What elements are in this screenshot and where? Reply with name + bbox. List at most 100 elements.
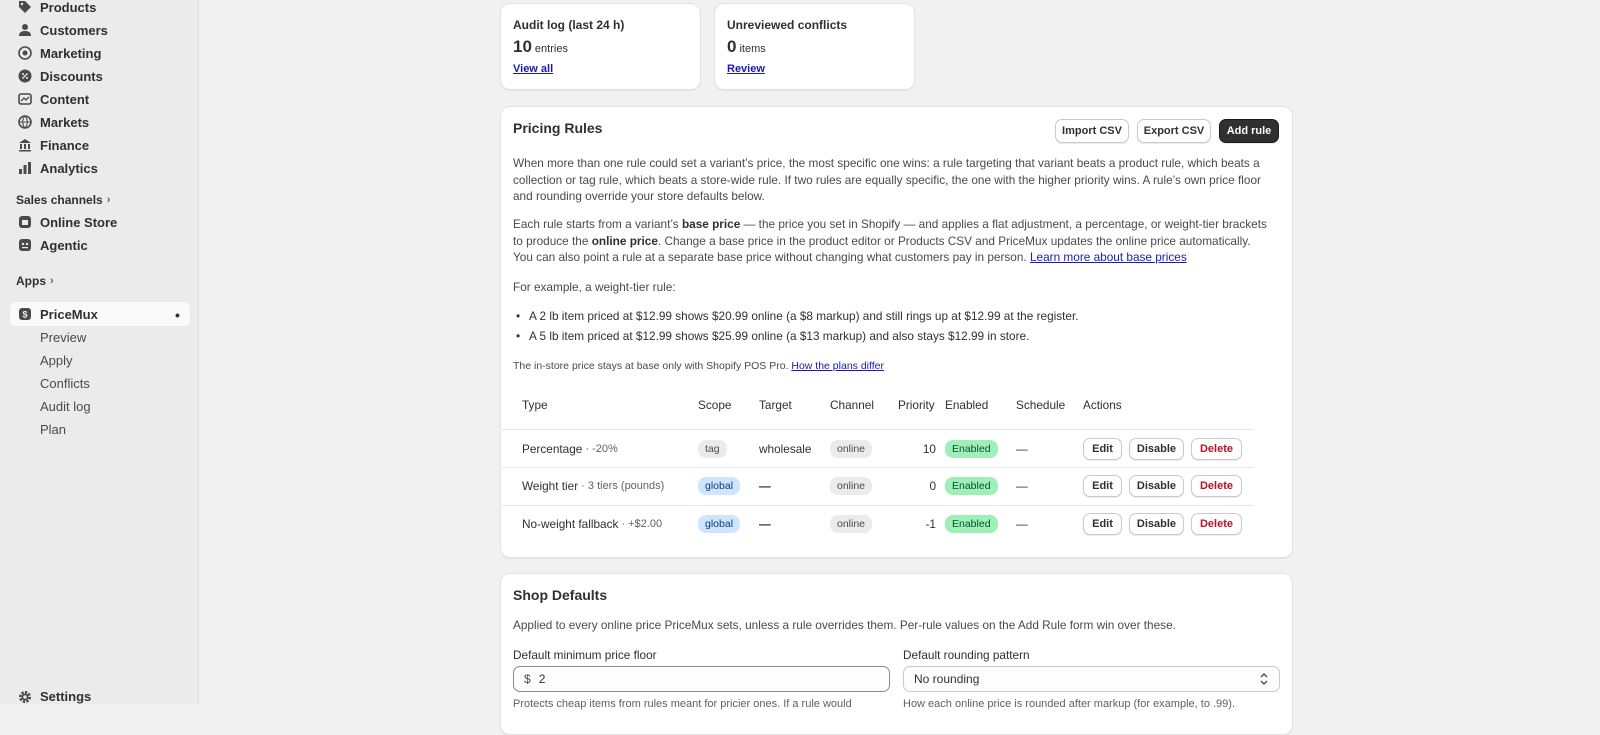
sidebar-item-label: Markets	[40, 114, 90, 130]
type-label: No-weight fallback	[522, 517, 619, 531]
sidebar-item-markets[interactable]: Markets	[18, 111, 89, 133]
scope-badge-text: tag	[698, 440, 727, 458]
bank-icon	[18, 138, 32, 152]
globe-icon	[18, 115, 32, 129]
shop-defaults-card: Shop Defaults Applied to every online pr…	[500, 573, 1293, 735]
apps-heading[interactable]: Apps ›	[16, 274, 54, 288]
status-badge: Enabled	[945, 476, 998, 496]
sidebar-item-settings[interactable]: Settings	[18, 689, 91, 704]
status-badge: Enabled	[945, 514, 998, 534]
status-badge-text: Enabled	[945, 477, 998, 495]
pos-pro-note: The in-store price stays at base only wi…	[513, 360, 884, 372]
type-label: Percentage	[522, 442, 583, 456]
rounding-pattern-select[interactable]: No rounding	[903, 666, 1280, 692]
sidebar-item-finance[interactable]: Finance	[18, 134, 89, 156]
status-badge-text: Enabled	[945, 440, 998, 458]
delete-button[interactable]: Delete	[1191, 513, 1242, 535]
sidebar-subitem-apply[interactable]: Apply	[40, 353, 73, 368]
target-icon	[18, 46, 32, 60]
shop-defaults-description: Applied to every online price PriceMux s…	[513, 618, 1176, 632]
sidebar-item-agentic[interactable]: Agentic	[18, 234, 88, 256]
add-rule-button[interactable]: Add rule	[1219, 119, 1279, 143]
import-csv-button[interactable]: Import CSV	[1055, 119, 1129, 143]
content-icon	[18, 92, 32, 106]
sidebar-subitem-plan[interactable]: Plan	[40, 422, 66, 437]
sidebar-subitem-preview[interactable]: Preview	[40, 330, 86, 345]
delete-button[interactable]: Delete	[1191, 475, 1242, 497]
scope-badge: global	[698, 514, 741, 534]
sidebar-item-marketing[interactable]: Marketing	[18, 42, 101, 64]
sidebar-item-products[interactable]: Products	[18, 0, 96, 18]
channel-badge: online	[830, 476, 873, 496]
review-link[interactable]: Review	[727, 63, 765, 75]
sidebar-item-label: Marketing	[40, 45, 102, 61]
sidebar-item-pricemux[interactable]: $ PriceMux	[18, 303, 98, 325]
person-icon	[18, 23, 32, 37]
app-menu-dot-icon[interactable]: •	[175, 307, 180, 323]
sidebar-item-label: Discounts	[40, 68, 103, 84]
rule-priority: 10	[922, 442, 936, 456]
stat-title: Unreviewed conflicts	[727, 18, 848, 32]
rule-target: —	[759, 479, 771, 493]
plans-differ-link[interactable]: How the plans differ	[791, 360, 884, 372]
base-price-term: base price	[681, 217, 741, 231]
col-header-priority: Priority	[898, 398, 935, 412]
conflicts-stat-card: Unreviewed conflicts 0 items Review	[714, 3, 915, 90]
sidebar-item-discounts[interactable]: Discounts	[18, 65, 103, 87]
rule-schedule: —	[1016, 479, 1028, 493]
list-item: A 2 lb item priced at $12.99 shows $20.9…	[513, 306, 1273, 326]
edit-button[interactable]: Edit	[1083, 438, 1122, 460]
scope-badge-text: global	[698, 477, 741, 495]
export-csv-button[interactable]: Export CSV	[1137, 119, 1211, 143]
tag-icon	[18, 0, 32, 14]
rule-schedule: —	[1016, 442, 1028, 456]
min-price-floor-input[interactable]: $ 2	[513, 666, 890, 692]
pricing-rules-title: Pricing Rules	[513, 120, 603, 136]
disable-button[interactable]: Disable	[1129, 513, 1184, 535]
sidebar-nav: Products Customers Marketing Discounts C…	[0, 0, 199, 704]
sidebar-item-content[interactable]: Content	[18, 88, 89, 110]
discount-icon	[18, 69, 32, 83]
gear-icon	[18, 690, 32, 704]
example-intro: For example, a weight-tier rule:	[513, 280, 676, 294]
sidebar-item-label: Customers	[40, 22, 108, 38]
stat-value: 10 entries	[513, 37, 568, 57]
currency-prefix: $	[524, 672, 531, 686]
scope-badge-text: global	[698, 515, 741, 533]
disable-button[interactable]: Disable	[1129, 438, 1184, 460]
sidebar-subitem-conflicts[interactable]: Conflicts	[40, 376, 90, 391]
sidebar-item-online-store[interactable]: Online Store	[18, 211, 117, 233]
rounding-help-text: How each online price is rounded after m…	[903, 698, 1235, 710]
learn-more-base-prices-link[interactable]: Learn more about base prices	[1030, 250, 1187, 264]
channel-badge-text: online	[830, 477, 873, 495]
list-item: A 5 lb item priced at $12.99 shows $25.9…	[513, 326, 1273, 346]
disable-button[interactable]: Disable	[1129, 475, 1184, 497]
scope-badge: global	[698, 476, 741, 496]
col-header-type: Type	[522, 398, 548, 412]
stat-unit: entries	[534, 43, 568, 55]
delete-button[interactable]: Delete	[1191, 438, 1242, 460]
sidebar-item-label: Analytics	[40, 160, 98, 176]
status-badge: Enabled	[945, 439, 998, 459]
rule-type: Percentage · -20%	[522, 439, 618, 459]
rule-priority: 0	[929, 479, 936, 493]
edit-button[interactable]: Edit	[1083, 475, 1122, 497]
chart-icon	[18, 161, 32, 175]
channel-badge: online	[830, 439, 873, 459]
agentic-icon	[18, 238, 32, 252]
view-all-link[interactable]: View all	[513, 63, 553, 75]
stat-number: 10	[513, 37, 532, 56]
sidebar-item-customers[interactable]: Customers	[18, 19, 108, 41]
pricemux-app-icon: $	[18, 307, 32, 321]
edit-button[interactable]: Edit	[1083, 513, 1122, 535]
sidebar-subitem-audit-log[interactable]: Audit log	[40, 399, 91, 414]
sidebar-item-analytics[interactable]: Analytics	[18, 157, 98, 179]
type-meta: · 3 tiers (pounds)	[581, 480, 665, 492]
rounding-label: Default rounding pattern	[903, 648, 1030, 662]
stat-value: 0 items	[727, 37, 766, 57]
type-meta: · +$2.00	[621, 518, 663, 530]
sidebar-item-label: Finance	[40, 137, 90, 153]
chevron-right-icon: ›	[50, 275, 54, 287]
sales-channels-heading[interactable]: Sales channels ›	[16, 193, 110, 207]
col-header-channel: Channel	[830, 398, 874, 412]
